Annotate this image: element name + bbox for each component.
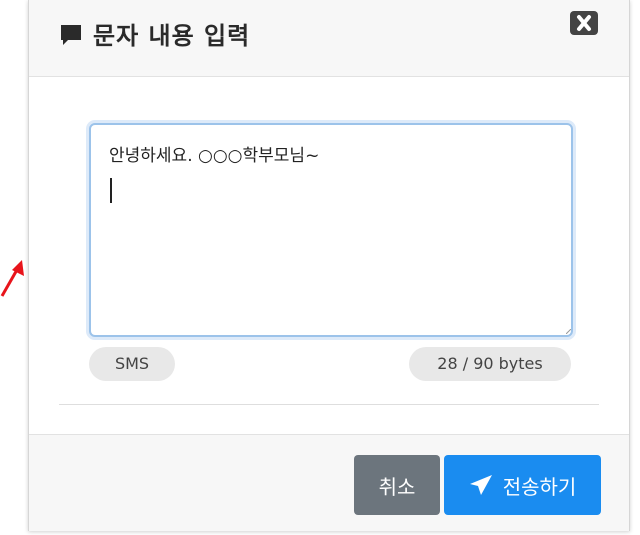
paper-plane-icon bbox=[469, 475, 492, 495]
close-icon bbox=[577, 15, 591, 31]
cancel-button[interactable]: 취소 bbox=[354, 455, 440, 515]
modal-header: 문자 내용 입력 bbox=[29, 0, 629, 77]
send-button-label: 전송하기 bbox=[502, 474, 577, 499]
message-type-badge: SMS bbox=[89, 347, 175, 381]
divider bbox=[59, 404, 599, 405]
cancel-button-label: 취소 bbox=[378, 474, 416, 499]
text-cursor bbox=[110, 178, 112, 203]
byte-count-badge: 28 / 90 bytes bbox=[409, 347, 571, 381]
resize-grip-icon[interactable] bbox=[566, 329, 571, 334]
message-textarea[interactable] bbox=[89, 123, 573, 337]
close-button[interactable] bbox=[570, 11, 598, 35]
message-modal: 문자 내용 입력 SMS 28 / 90 bytes 취소 전송하기 bbox=[28, 0, 630, 531]
modal-title: 문자 내용 입력 bbox=[93, 22, 251, 50]
speech-bubble-icon bbox=[61, 25, 81, 45]
send-button[interactable]: 전송하기 bbox=[444, 455, 601, 515]
annotation-arrow bbox=[0, 260, 24, 297]
modal-footer: 취소 전송하기 bbox=[29, 434, 629, 531]
modal-body: SMS 28 / 90 bytes bbox=[29, 77, 629, 433]
